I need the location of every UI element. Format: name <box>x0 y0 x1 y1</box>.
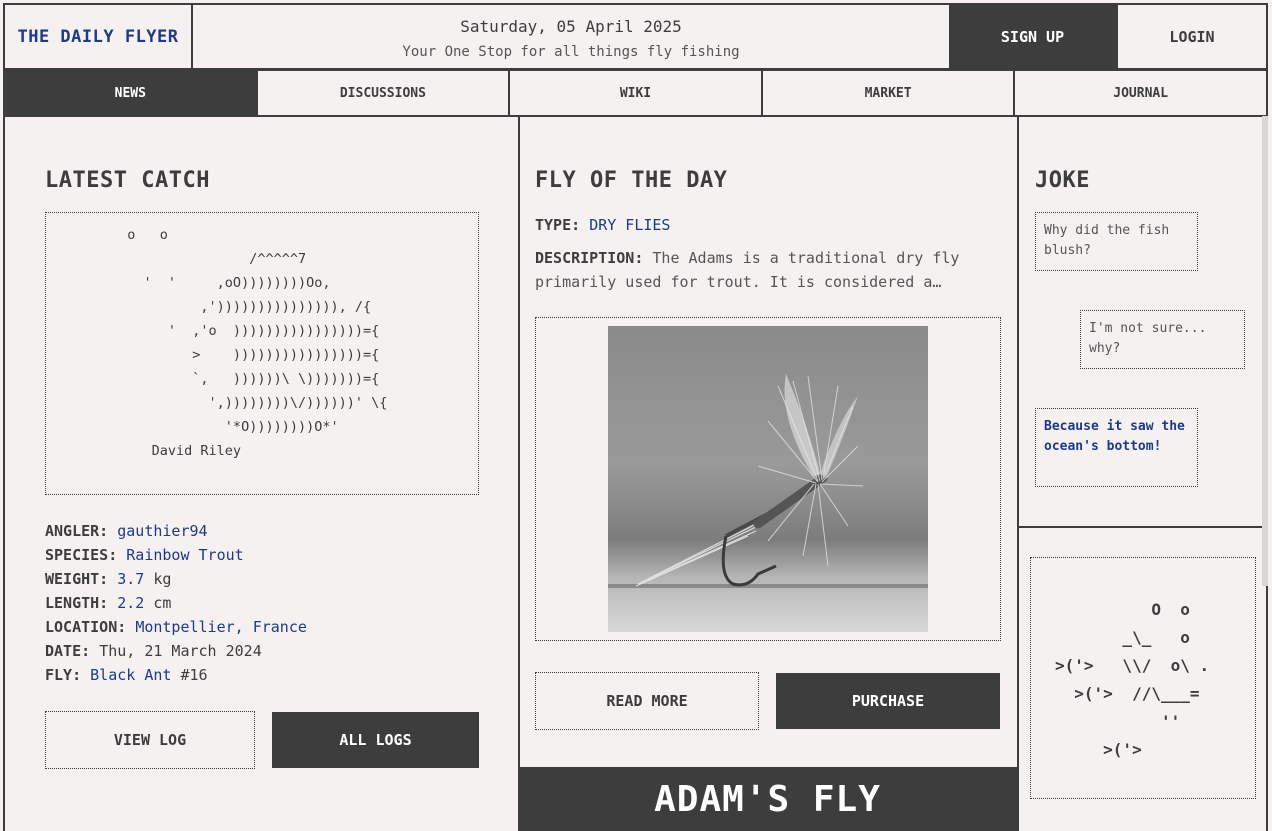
weight-unit: kg <box>153 570 172 588</box>
fly-description-label: DESCRIPTION: <box>535 249 644 267</box>
weight-label: WEIGHT: <box>45 570 109 588</box>
fish-ascii-art: O o _\_ o >('> \\/ o\ . >('> //\___= '' … <box>1055 600 1210 759</box>
catch-details: ANGLER: gauthier94 SPECIES: Rainbow Trou… <box>45 519 307 687</box>
location-link[interactable]: Montpellier, France <box>135 618 307 636</box>
location-label: LOCATION: <box>45 618 127 636</box>
fish-ascii-box: O o _\_ o >('> \\/ o\ . >('> //\___= '' … <box>1030 557 1256 799</box>
weight-value: 3.7 <box>117 570 145 588</box>
angler-link[interactable]: gauthier94 <box>117 522 207 540</box>
catch-date: Thu, 21 March 2024 <box>99 642 262 660</box>
date-label: DATE: <box>45 642 91 660</box>
nav-wiki[interactable]: WIKI <box>510 71 763 115</box>
fly-image-box <box>535 317 1001 641</box>
right-divider <box>1017 526 1266 528</box>
site-brand[interactable]: THE DAILY FLYER <box>5 5 193 68</box>
main-nav: NEWS DISCUSSIONS WIKI MARKET JOURNAL <box>3 69 1268 117</box>
fly-type-label: TYPE: <box>535 216 581 234</box>
site-header: THE DAILY FLYER Saturday, 05 April 2025 … <box>3 3 1268 70</box>
length-value: 2.2 <box>117 594 145 612</box>
joke-title: JOKE <box>1035 168 1090 193</box>
catch-ascii-art: o o /^^^^^7 ' ' ,oO))))))))Oo, ,')))))))… <box>127 227 388 459</box>
weight-row: WEIGHT: 3.7 kg <box>45 567 307 591</box>
species-label: SPECIES: <box>45 546 118 564</box>
nav-journal[interactable]: JOURNAL <box>1015 71 1266 115</box>
angler-label: ANGLER: <box>45 522 109 540</box>
fly-of-the-day-panel: FLY OF THE DAY TYPE: DRY FLIES DESCRIPTI… <box>518 116 1019 831</box>
joke-question: Why did the fish blush? <box>1035 212 1198 271</box>
fly-row: FLY: Black Ant #16 <box>45 663 307 687</box>
joke-response: I'm not sure... why? <box>1080 310 1245 369</box>
catch-ascii-art-box: o o /^^^^^7 ' ' ,oO))))))))Oo, ,')))))))… <box>45 212 479 495</box>
species-link[interactable]: Rainbow Trout <box>126 546 243 564</box>
nav-news[interactable]: NEWS <box>5 71 258 115</box>
scrollbar[interactable] <box>1262 116 1268 586</box>
signup-button[interactable]: SIGN UP <box>949 5 1116 68</box>
latest-catch-panel: LATEST CATCH o o /^^^^^7 ' ' ,oO))))))))… <box>3 116 520 831</box>
fly-of-day-title: FLY OF THE DAY <box>535 168 728 193</box>
header-center: Saturday, 05 April 2025 Your One Stop fo… <box>193 5 949 68</box>
purchase-button[interactable]: PURCHASE <box>776 673 1000 729</box>
fly-type-row: TYPE: DRY FLIES <box>535 216 670 234</box>
species-row: SPECIES: Rainbow Trout <box>45 543 307 567</box>
location-row: LOCATION: Montpellier, France <box>45 615 307 639</box>
fly-link[interactable]: Black Ant <box>90 666 171 684</box>
fly-label: FLY: <box>45 666 82 684</box>
latest-catch-title: LATEST CATCH <box>45 168 210 193</box>
date-row: DATE: Thu, 21 March 2024 <box>45 639 307 663</box>
view-log-button[interactable]: VIEW LOG <box>45 711 255 769</box>
fly-description: DESCRIPTION: The Adams is a traditional … <box>535 246 995 294</box>
dry-fly-illustration <box>608 374 928 588</box>
fly-photo[interactable] <box>608 326 928 632</box>
header-tagline: Your One Stop for all things fly fishing <box>402 44 740 60</box>
length-label: LENGTH: <box>45 594 109 612</box>
all-logs-button[interactable]: ALL LOGS <box>272 712 479 768</box>
length-row: LENGTH: 2.2 cm <box>45 591 307 615</box>
fly-size: #16 <box>180 666 208 684</box>
fly-name-banner: ADAM'S FLY <box>518 767 1017 831</box>
length-unit: cm <box>153 594 172 612</box>
joke-punchline: Because it saw the ocean's bottom! <box>1035 408 1198 487</box>
login-button[interactable]: LOGIN <box>1116 5 1266 68</box>
nav-market[interactable]: MARKET <box>763 71 1016 115</box>
nav-discussions[interactable]: DISCUSSIONS <box>258 71 511 115</box>
read-more-button[interactable]: READ MORE <box>535 672 759 730</box>
fly-type-link[interactable]: DRY FLIES <box>589 216 670 234</box>
header-date: Saturday, 05 April 2025 <box>460 17 682 36</box>
joke-panel: JOKE Why did the fish blush? I'm not sur… <box>1017 116 1268 831</box>
angler-row: ANGLER: gauthier94 <box>45 519 307 543</box>
